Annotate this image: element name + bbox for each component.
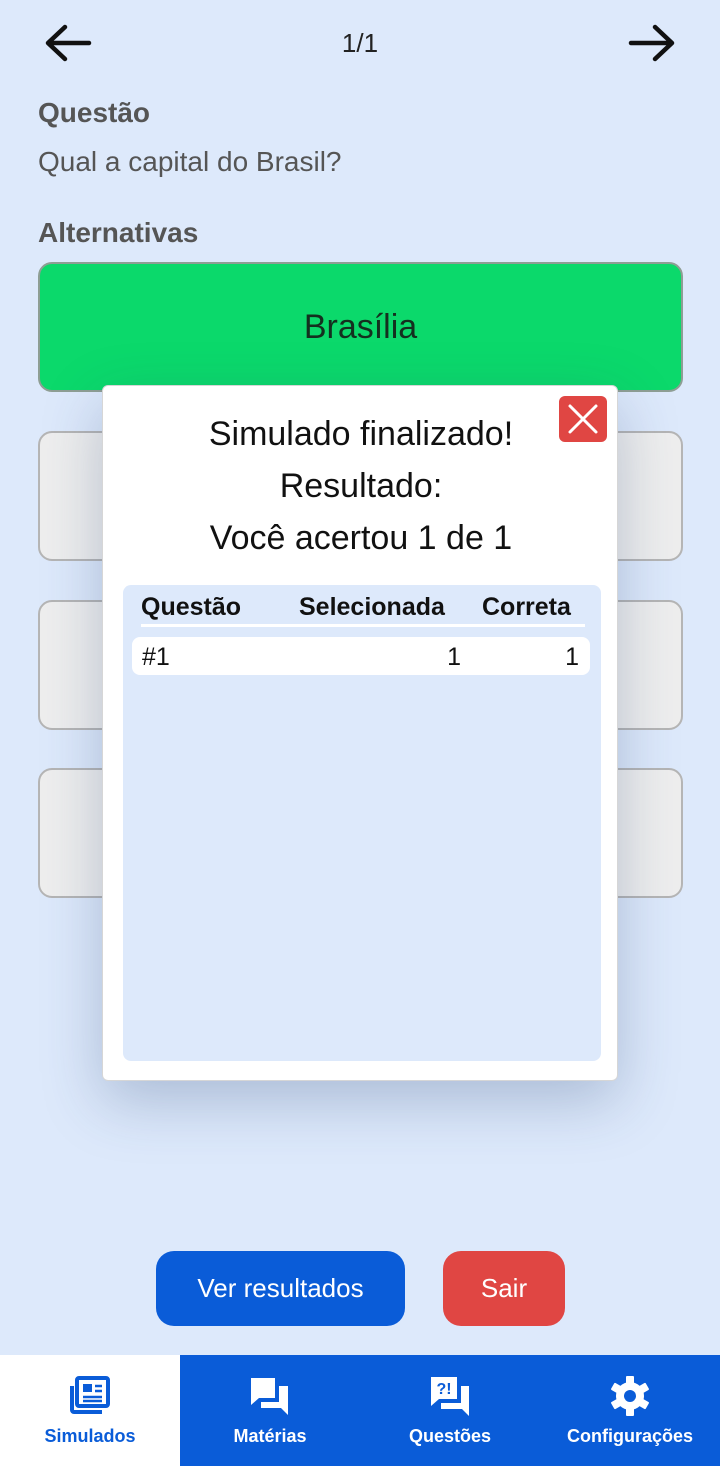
newspaper-icon xyxy=(70,1376,110,1414)
page-counter: 1/1 xyxy=(341,28,379,58)
row-selected: 1 xyxy=(447,643,461,671)
svg-text:?!: ?! xyxy=(436,1381,451,1398)
tab-materias[interactable]: Matérias xyxy=(180,1355,360,1466)
exit-button[interactable]: Sair xyxy=(443,1251,565,1326)
arrow-right-icon xyxy=(628,24,675,62)
tab-configuracoes[interactable]: Configurações xyxy=(540,1355,720,1466)
table-row: #1 1 1 xyxy=(132,637,590,675)
question-chat-icon: ?! xyxy=(431,1377,469,1416)
row-question: #1 xyxy=(142,643,170,671)
tab-questoes-label: Questões xyxy=(408,1426,492,1446)
column-correct: Correta xyxy=(482,593,571,621)
bottom-nav: Simulados Matérias ?! Questões Configura… xyxy=(0,1355,720,1466)
gear-icon xyxy=(611,1376,649,1416)
modal-subtitle: Resultado: xyxy=(279,467,443,505)
tab-configuracoes-label: Configurações xyxy=(566,1426,694,1446)
view-results-button[interactable]: Ver resultados xyxy=(156,1251,405,1326)
question-label: Questão xyxy=(38,97,151,128)
results-table: Questão Selecionada Correta #1 1 1 xyxy=(123,585,601,1061)
alternative-1-label: Brasília xyxy=(303,307,418,346)
forward-button[interactable] xyxy=(624,22,680,64)
tab-simulados-label: Simulados xyxy=(44,1426,136,1446)
column-question: Questão xyxy=(141,593,242,621)
alternative-1[interactable]: Brasília xyxy=(38,262,683,392)
modal-title: Simulado finalizado! xyxy=(208,415,514,453)
alternatives-label: Alternativas xyxy=(38,217,199,248)
results-table-header: Questão Selecionada Correta xyxy=(141,593,585,627)
tab-materias-label: Matérias xyxy=(233,1426,307,1446)
result-modal: Simulado finalizado! Resultado: Você ace… xyxy=(102,385,618,1081)
score-text: Você acertou 1 de 1 xyxy=(209,519,513,557)
chat-bubbles-icon xyxy=(251,1378,288,1415)
row-correct: 1 xyxy=(565,643,579,671)
tab-questoes[interactable]: ?! Questões xyxy=(360,1355,540,1466)
column-selected: Selecionada xyxy=(299,593,445,621)
tab-simulados[interactable]: Simulados xyxy=(0,1355,180,1466)
question-text: Qual a capital do Brasil? xyxy=(38,146,342,177)
